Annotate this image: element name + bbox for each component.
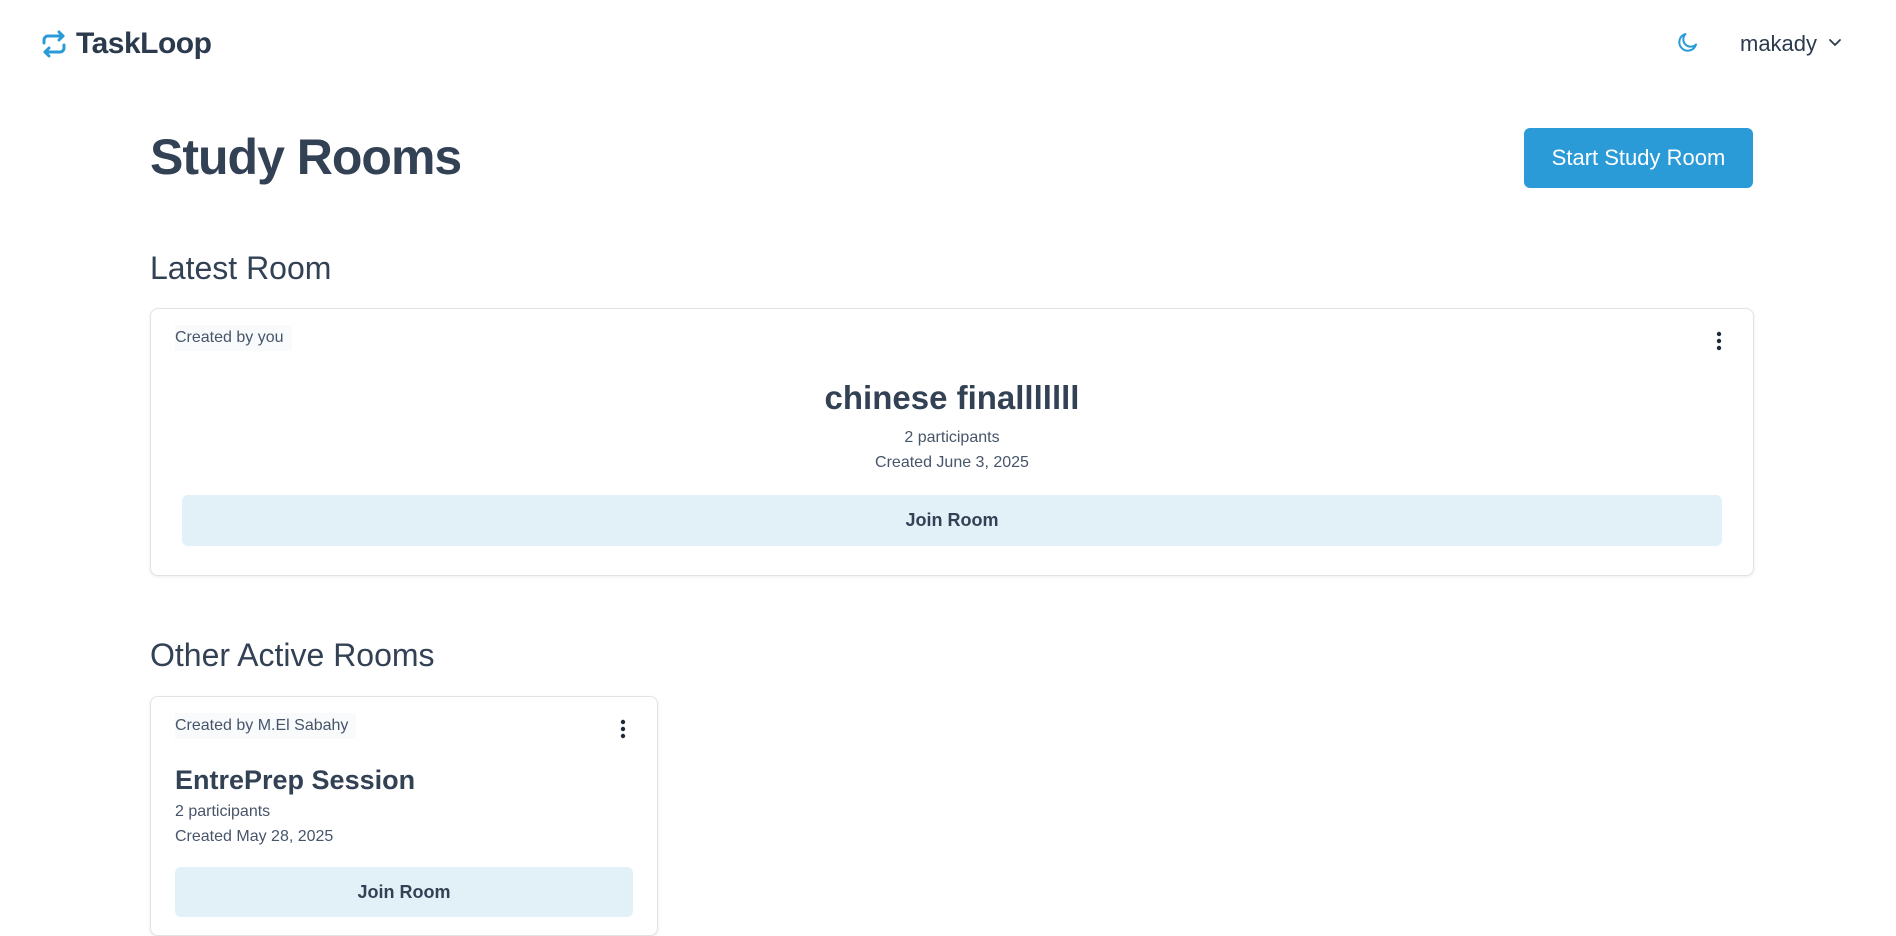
room-created-date: Created May 28, 2025	[175, 828, 334, 845]
room-title: chinese finalllllll	[824, 379, 1080, 416]
room-participants: 2 participants	[904, 429, 1000, 446]
latest-room-card: Created by you chinese finalllllll 2 par…	[150, 308, 1754, 576]
loop-icon	[40, 30, 68, 58]
top-bar: TaskLoop makady	[0, 0, 1896, 88]
brand-logo[interactable]: TaskLoop	[40, 26, 212, 62]
join-room-button[interactable]: Join Room	[182, 495, 1722, 546]
room-participants: 2 participants	[175, 803, 271, 820]
user-name: makady	[1740, 31, 1818, 56]
chevron-down-icon	[1827, 34, 1843, 55]
latest-room-heading: Latest Room	[150, 250, 332, 286]
room-card: Created by M.El Sabahy EntrePrep Session…	[150, 696, 658, 936]
room-title: EntrePrep Session	[175, 765, 416, 795]
creator-badge: Created by you	[175, 325, 292, 351]
page-title: Study Rooms	[150, 129, 462, 185]
app-name: TaskLoop	[76, 27, 212, 60]
user-menu[interactable]: makady	[1740, 24, 1843, 64]
more-vertical-icon	[620, 719, 626, 744]
start-study-room-button[interactable]: Start Study Room	[1524, 128, 1753, 188]
room-options-button[interactable]	[611, 719, 635, 743]
join-room-button[interactable]: Join Room	[175, 867, 633, 917]
room-options-button[interactable]	[1707, 331, 1731, 355]
theme-toggle-button[interactable]	[1672, 28, 1704, 60]
room-created-date: Created June 3, 2025	[875, 454, 1029, 471]
other-rooms-heading: Other Active Rooms	[150, 637, 435, 673]
creator-badge: Created by M.El Sabahy	[175, 713, 357, 739]
moon-icon	[1676, 30, 1700, 59]
more-vertical-icon	[1716, 331, 1722, 356]
